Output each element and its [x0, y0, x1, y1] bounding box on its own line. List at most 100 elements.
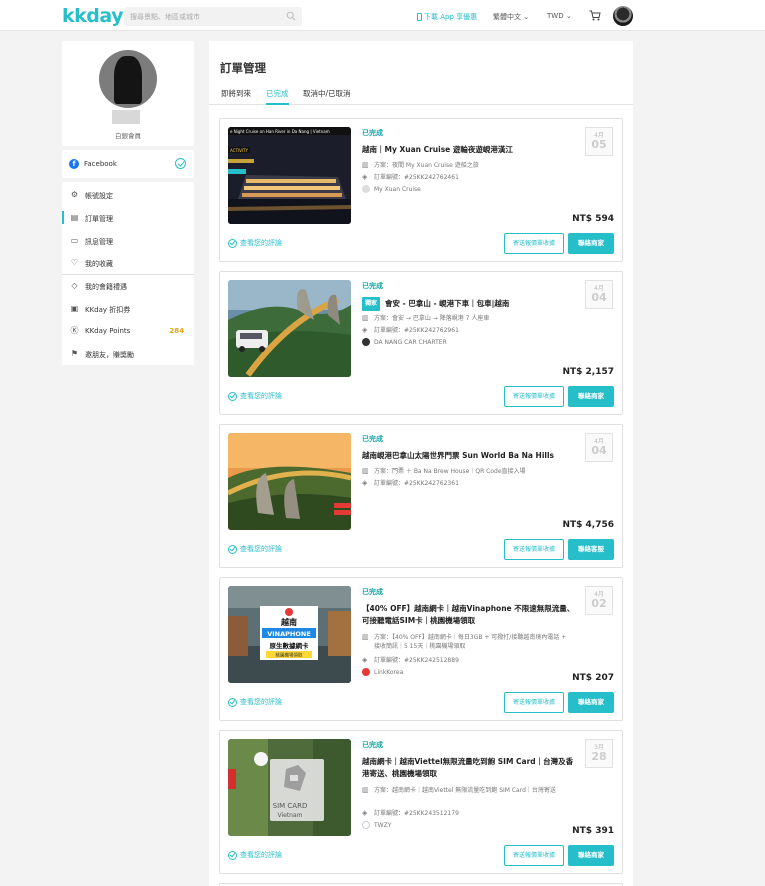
send-receipt-button[interactable]: 寄送報價單收據: [504, 845, 564, 866]
member-level: 白銀會員: [115, 132, 141, 140]
user-avatar[interactable]: [613, 6, 633, 26]
send-receipt-button[interactable]: 寄送報價單收據: [504, 386, 564, 407]
order-title-text: 會安 - 巴拿山 - 峴港下車｜包車|越南: [385, 299, 510, 308]
order-title[interactable]: 越南峴港巴拿山太陽世界門票 Sun World Ba Na Hills: [362, 450, 576, 462]
download-app-link[interactable]: 下載 App 享優惠: [417, 12, 477, 22]
tab-cancelled[interactable]: 取消中/已取消: [303, 88, 351, 105]
supplier-logo-icon: [362, 821, 370, 829]
order-supplier: TWZY: [362, 821, 572, 831]
order-price: NT$ 594: [572, 214, 614, 224]
date-day: 04: [591, 291, 607, 304]
coupon-icon: ▣: [70, 304, 79, 313]
date-day: 05: [591, 138, 607, 151]
search-input[interactable]: 搜尋景點、地區或城市: [124, 7, 302, 26]
date-day: 28: [591, 750, 607, 763]
send-receipt-button[interactable]: 寄送報價單收據: [504, 692, 564, 713]
tag-icon: ◈: [362, 326, 368, 334]
points-count: 284: [169, 327, 184, 335]
view-review-link[interactable]: 查看您的評論: [228, 391, 282, 401]
ba-na-hills-thumbnail[interactable]: [228, 433, 351, 530]
gear-icon: ⚙: [70, 190, 79, 199]
order-plan: ▥ 方案：門票 ＋ Ba Na Brew House｜QR Code直接入場: [362, 467, 572, 476]
order-plan: ▥ 方案：【40% OFF】越南網卡｜每日3GB + 可撥打/接聽越南境內電話 …: [362, 633, 572, 651]
order-title[interactable]: 越南｜My Xuan Cruise 遊輪夜遊峴港漢江: [362, 144, 576, 156]
order-supplier: LinkKorea: [362, 668, 572, 678]
order-number-text: 訂單編號：#25KK242762361: [374, 480, 459, 487]
supplier-logo-icon: [362, 668, 370, 676]
order-number-text: 訂單編號：#25KK242762961: [374, 327, 459, 334]
supplier-name: My Xuan Cruise: [374, 186, 421, 193]
order-card: 已完成 越南峴港巴拿山太陽世界門票 Sun World Ba Na Hills …: [219, 424, 623, 568]
contact-support-button[interactable]: 聯絡客服: [568, 539, 614, 560]
tab-upcoming[interactable]: 即將到來: [221, 88, 251, 105]
heart-icon: ♡: [70, 258, 79, 267]
order-card: e Night Cruise on Han River in Da Nang |…: [219, 118, 623, 262]
search-icon[interactable]: [286, 11, 296, 21]
building-icon: ▥: [362, 161, 369, 169]
order-status: 已完成: [362, 741, 383, 749]
sidebar-item-label: KKday Points: [85, 327, 131, 335]
order-title[interactable]: 【40% OFF】越南網卡｜越南Vinaphone 不限速無限流量、可接聽電話S…: [362, 603, 576, 627]
kkday-logo[interactable]: kkday: [62, 5, 124, 27]
tab-completed[interactable]: 已完成: [266, 88, 289, 105]
order-number: ◈ 訂單編號：#25KK243512179: [362, 809, 572, 818]
view-review-link[interactable]: 查看您的評論: [228, 850, 282, 860]
view-review-link[interactable]: 查看您的評論: [228, 544, 282, 554]
contact-merchant-button[interactable]: 聯絡商家: [568, 845, 614, 866]
supplier-logo-icon: [362, 185, 370, 193]
cruise-thumbnail[interactable]: e Night Cruise on Han River in Da Nang |…: [228, 127, 351, 224]
sidebar-item-label: 我的收藏: [85, 260, 113, 268]
send-receipt-button[interactable]: 寄送報價單收據: [504, 539, 564, 560]
sidebar-item-account-settings[interactable]: ⚙ 帳號設定: [62, 185, 194, 205]
download-app-label: 下載 App 享優惠: [424, 13, 478, 21]
order-number: ◈ 訂單編號：#25KK242512889: [362, 656, 572, 665]
view-review-label: 查看您的評論: [240, 239, 282, 247]
golden-bridge-thumbnail[interactable]: [228, 280, 351, 377]
order-date: 4月 04: [585, 280, 613, 309]
sidebar-item-points[interactable]: Ⓚ KKday Points 284: [62, 321, 194, 341]
currency-select[interactable]: TWD ⌄: [547, 12, 572, 20]
supplier-name: TWZY: [374, 822, 392, 829]
sidebar-item-coupons[interactable]: ▣ KKday 折扣券: [62, 299, 194, 319]
language-select[interactable]: 繁體中文 ⌄: [493, 12, 529, 22]
building-icon: ▥: [362, 314, 369, 322]
order-card: 已完成 獨家 會安 - 巴拿山 - 峴港下車｜包車|越南 ▥ 方案：會安 → 巴拿…: [219, 271, 623, 415]
sidebar-menu: ⚙ 帳號設定 ▤ 訂單管理 ▭ 訊息管理 ♡ 我的收藏 ◇ 我的會籍禮遇 ▣ K…: [62, 182, 194, 365]
sidebar-item-orders[interactable]: ▤ 訂單管理: [62, 208, 194, 228]
order-price: NT$ 207: [572, 673, 614, 683]
diamond-icon: ◇: [71, 281, 78, 290]
contact-merchant-button[interactable]: 聯絡商家: [568, 692, 614, 713]
order-plan-text: 方案：越南網卡｜越南Viettel 無限流量吃到飽 SIM Card｜台灣寄送: [374, 787, 556, 794]
order-title[interactable]: 越南網卡｜越南Viettel無限流量吃到飽 SIM Card｜台灣及香港寄送、桃…: [362, 756, 576, 780]
view-review-link[interactable]: 查看您的評論: [228, 238, 282, 248]
order-title[interactable]: 獨家 會安 - 巴拿山 - 峴港下車｜包車|越南: [362, 297, 576, 311]
check-circle-icon: [228, 544, 237, 554]
send-receipt-button[interactable]: 寄送報價單收據: [504, 233, 564, 254]
contact-merchant-button[interactable]: 聯絡商家: [568, 233, 614, 254]
facebook-link[interactable]: f Facebook: [62, 150, 194, 178]
viettel-sim-thumbnail[interactable]: SIM CARD Vietnam: [228, 739, 351, 836]
sidebar-item-membership[interactable]: ◇ 我的會籍禮遇: [62, 276, 194, 296]
cruise-tag-text: ACTIVITY: [230, 148, 248, 153]
view-review-link[interactable]: 查看您的評論: [228, 697, 282, 707]
order-plan: ▥ 方案：夜間 My Xuan Cruise 遊船之旅: [362, 161, 572, 170]
cart-icon[interactable]: [589, 10, 601, 21]
order-date: 4月 05: [585, 127, 613, 156]
order-price: NT$ 2,157: [562, 367, 614, 377]
order-card: 越南 VINAPHONE 原生數據網卡 桃園機場領取 已完成 【40% OFF】…: [219, 577, 623, 721]
order-plan-text: 方案：【40% OFF】越南網卡｜每日3GB + 可撥打/接聽越南境內電話 + …: [374, 634, 567, 650]
sidebar-item-messages[interactable]: ▭ 訊息管理: [62, 231, 194, 251]
check-icon: [175, 158, 186, 169]
vinaphone-sim-thumbnail[interactable]: 越南 VINAPHONE 原生數據網卡 桃園機場領取: [228, 586, 351, 683]
sidebar-item-favorites[interactable]: ♡ 我的收藏: [62, 253, 194, 273]
order-number-text: 訂單編號：#25KK242762461: [374, 174, 459, 181]
sidebar-item-referral[interactable]: ⚑ 邀朋友，賺獎勵: [62, 344, 194, 364]
order-plan: ▥ 方案：會安 → 巴拿山 → 降落峴港 7 人座車: [362, 314, 572, 323]
order-price: NT$ 391: [572, 826, 614, 836]
contact-merchant-button[interactable]: 聯絡商家: [568, 386, 614, 407]
sidebar-item-label: 邀朋友，賺獎勵: [85, 351, 134, 359]
view-review-label: 查看您的評論: [240, 851, 282, 859]
supplier-name: DA NANG CAR CHARTER: [374, 339, 447, 346]
order-plan-text: 方案：門票 ＋ Ba Na Brew House｜QR Code直接入場: [374, 468, 526, 475]
sim-line2: VINAPHONE: [267, 630, 311, 638]
